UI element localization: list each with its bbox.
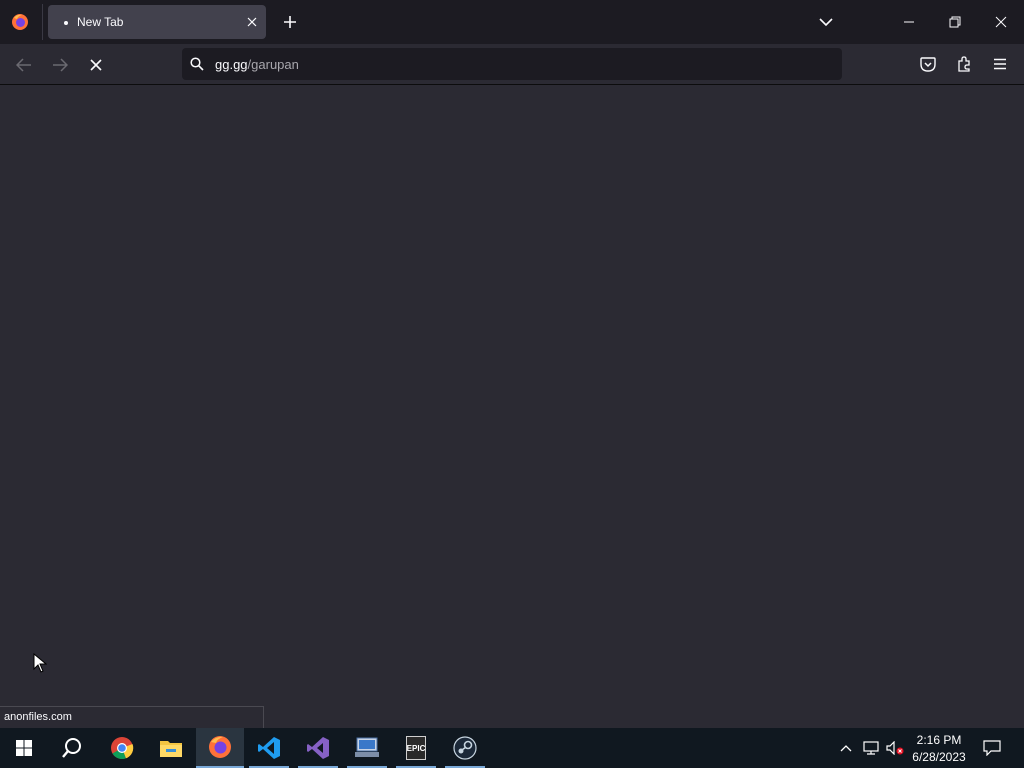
steam-icon[interactable]: [441, 728, 489, 768]
extensions-icon[interactable]: [950, 51, 978, 77]
forward-arrow-icon[interactable]: [46, 52, 74, 78]
firefox-taskbar-icon[interactable]: [196, 728, 244, 768]
url-host: gg.gg: [215, 57, 248, 72]
epic-label: EPIC: [406, 743, 426, 753]
pocket-icon[interactable]: [914, 51, 942, 77]
notifications-icon[interactable]: [978, 734, 1006, 762]
chrome-icon[interactable]: [98, 728, 146, 768]
status-panel: anonfiles.com: [0, 706, 264, 728]
clock-time: 2:16 PM: [916, 733, 962, 747]
search-icon: [188, 55, 206, 73]
file-explorer-icon[interactable]: [147, 728, 195, 768]
search-icon[interactable]: [48, 728, 96, 768]
epic-games-icon[interactable]: EPIC: [392, 728, 440, 768]
volume-muted-icon[interactable]: [884, 736, 906, 760]
url-text[interactable]: gg.gg/garupan: [215, 57, 299, 72]
menu-icon[interactable]: [986, 51, 1014, 77]
tab-separator: [42, 4, 43, 40]
tab-loading-indicator: [64, 21, 68, 25]
tab-title: New Tab: [77, 15, 124, 29]
list-all-tabs-icon[interactable]: [814, 10, 838, 34]
new-tab-icon[interactable]: [278, 10, 302, 34]
url-bar[interactable]: gg.gg/garupan: [182, 48, 842, 80]
page-content: [0, 85, 1024, 728]
tray-chevron-up-icon[interactable]: [836, 736, 856, 760]
vscode-icon[interactable]: [245, 728, 293, 768]
firefox-icon: [8, 10, 32, 34]
tab-close-icon[interactable]: [244, 14, 260, 30]
app-icon[interactable]: [343, 728, 391, 768]
restore-icon[interactable]: [932, 0, 978, 44]
taskbar: EPIC 2:16 PM 6/28/2023: [0, 728, 1024, 768]
network-icon[interactable]: [860, 736, 882, 760]
system-clock[interactable]: 2:16 PM 6/28/2023: [906, 732, 972, 766]
start-icon[interactable]: [0, 728, 48, 768]
window-close-icon[interactable]: [978, 0, 1024, 44]
tab-new-tab[interactable]: New Tab: [48, 5, 266, 39]
url-path: /garupan: [247, 57, 299, 72]
status-text: anonfiles.com: [4, 711, 72, 723]
clock-date: 6/28/2023: [912, 750, 966, 764]
minimize-icon[interactable]: [886, 0, 932, 44]
stop-loading-icon[interactable]: [82, 52, 110, 78]
tab-strip: New Tab: [0, 0, 1024, 44]
visual-studio-icon[interactable]: [294, 728, 342, 768]
mouse-cursor-icon: [33, 652, 48, 673]
back-arrow-icon[interactable]: [10, 52, 38, 78]
